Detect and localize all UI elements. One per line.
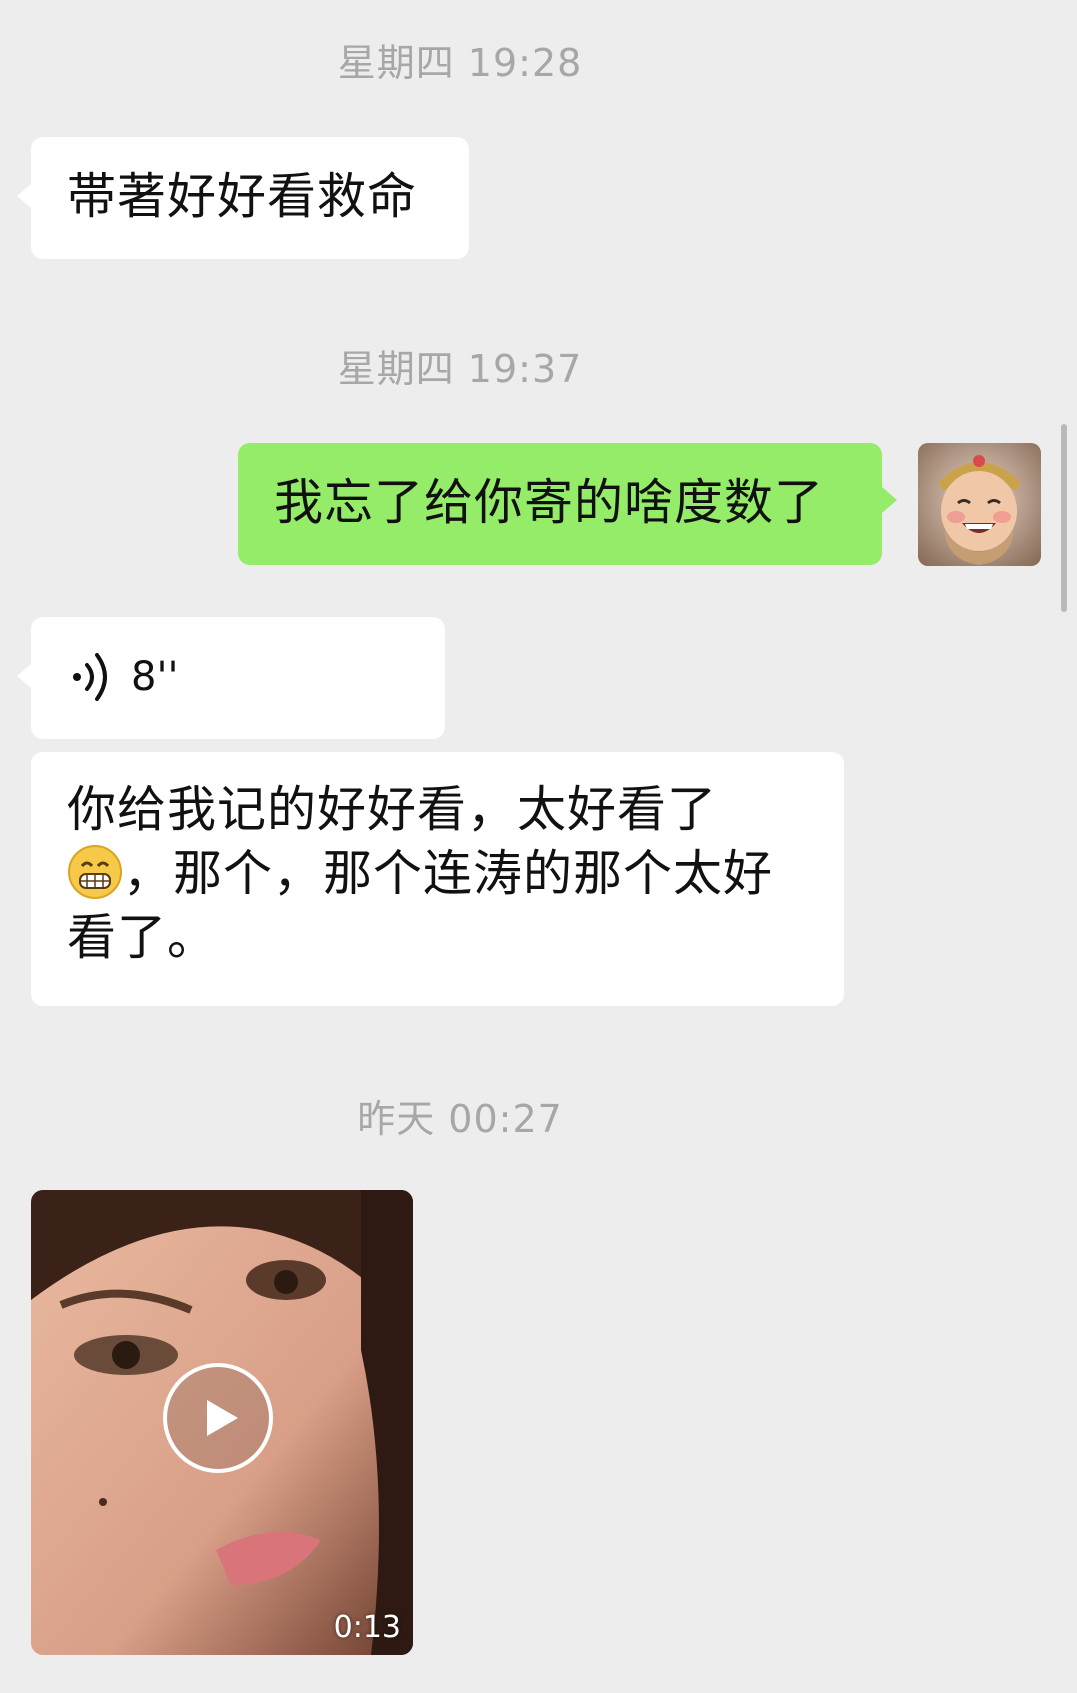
- message-text-1: 帯著好好看救命: [67, 168, 418, 225]
- message-text-3-part2: ，那个，那个连涛的那个太好看了。: [67, 845, 774, 966]
- grinning-face-emoji: [68, 845, 122, 899]
- play-button[interactable]: [163, 1363, 273, 1473]
- voice-message-bubble[interactable]: 8'': [17, 617, 445, 739]
- timestamp-1: 星期四 19:28: [337, 41, 583, 85]
- message-text-3-part1: 你给我记的好好看，太好看了: [67, 781, 718, 838]
- avatar-image: [918, 443, 1041, 566]
- incoming-message-bubble-1[interactable]: 帯著好好看救命: [17, 137, 469, 259]
- timestamp-3: 昨天 00:27: [357, 1097, 563, 1141]
- message-text-3: 你给我记的好好看，太好看了 ，那个，那个连涛的那个太好看了。: [67, 778, 808, 970]
- play-icon: [207, 1400, 238, 1436]
- incoming-message-bubble-3[interactable]: 你给我记的好好看，太好看了 ，那个，那个连涛的那个太好看了。: [31, 752, 844, 1006]
- voice-wave-icon: [73, 653, 107, 701]
- scrollbar[interactable]: [1061, 424, 1067, 612]
- video-message[interactable]: 0:13: [31, 1190, 413, 1655]
- voice-duration: 8'': [131, 654, 179, 700]
- outgoing-message-bubble[interactable]: 我忘了给你寄的啥度数了: [238, 443, 897, 565]
- message-text-2: 我忘了给你寄的啥度数了: [274, 474, 825, 531]
- timestamp-2: 星期四 19:37: [337, 347, 583, 391]
- user-avatar[interactable]: [918, 443, 1041, 566]
- video-duration: 0:13: [333, 1610, 401, 1645]
